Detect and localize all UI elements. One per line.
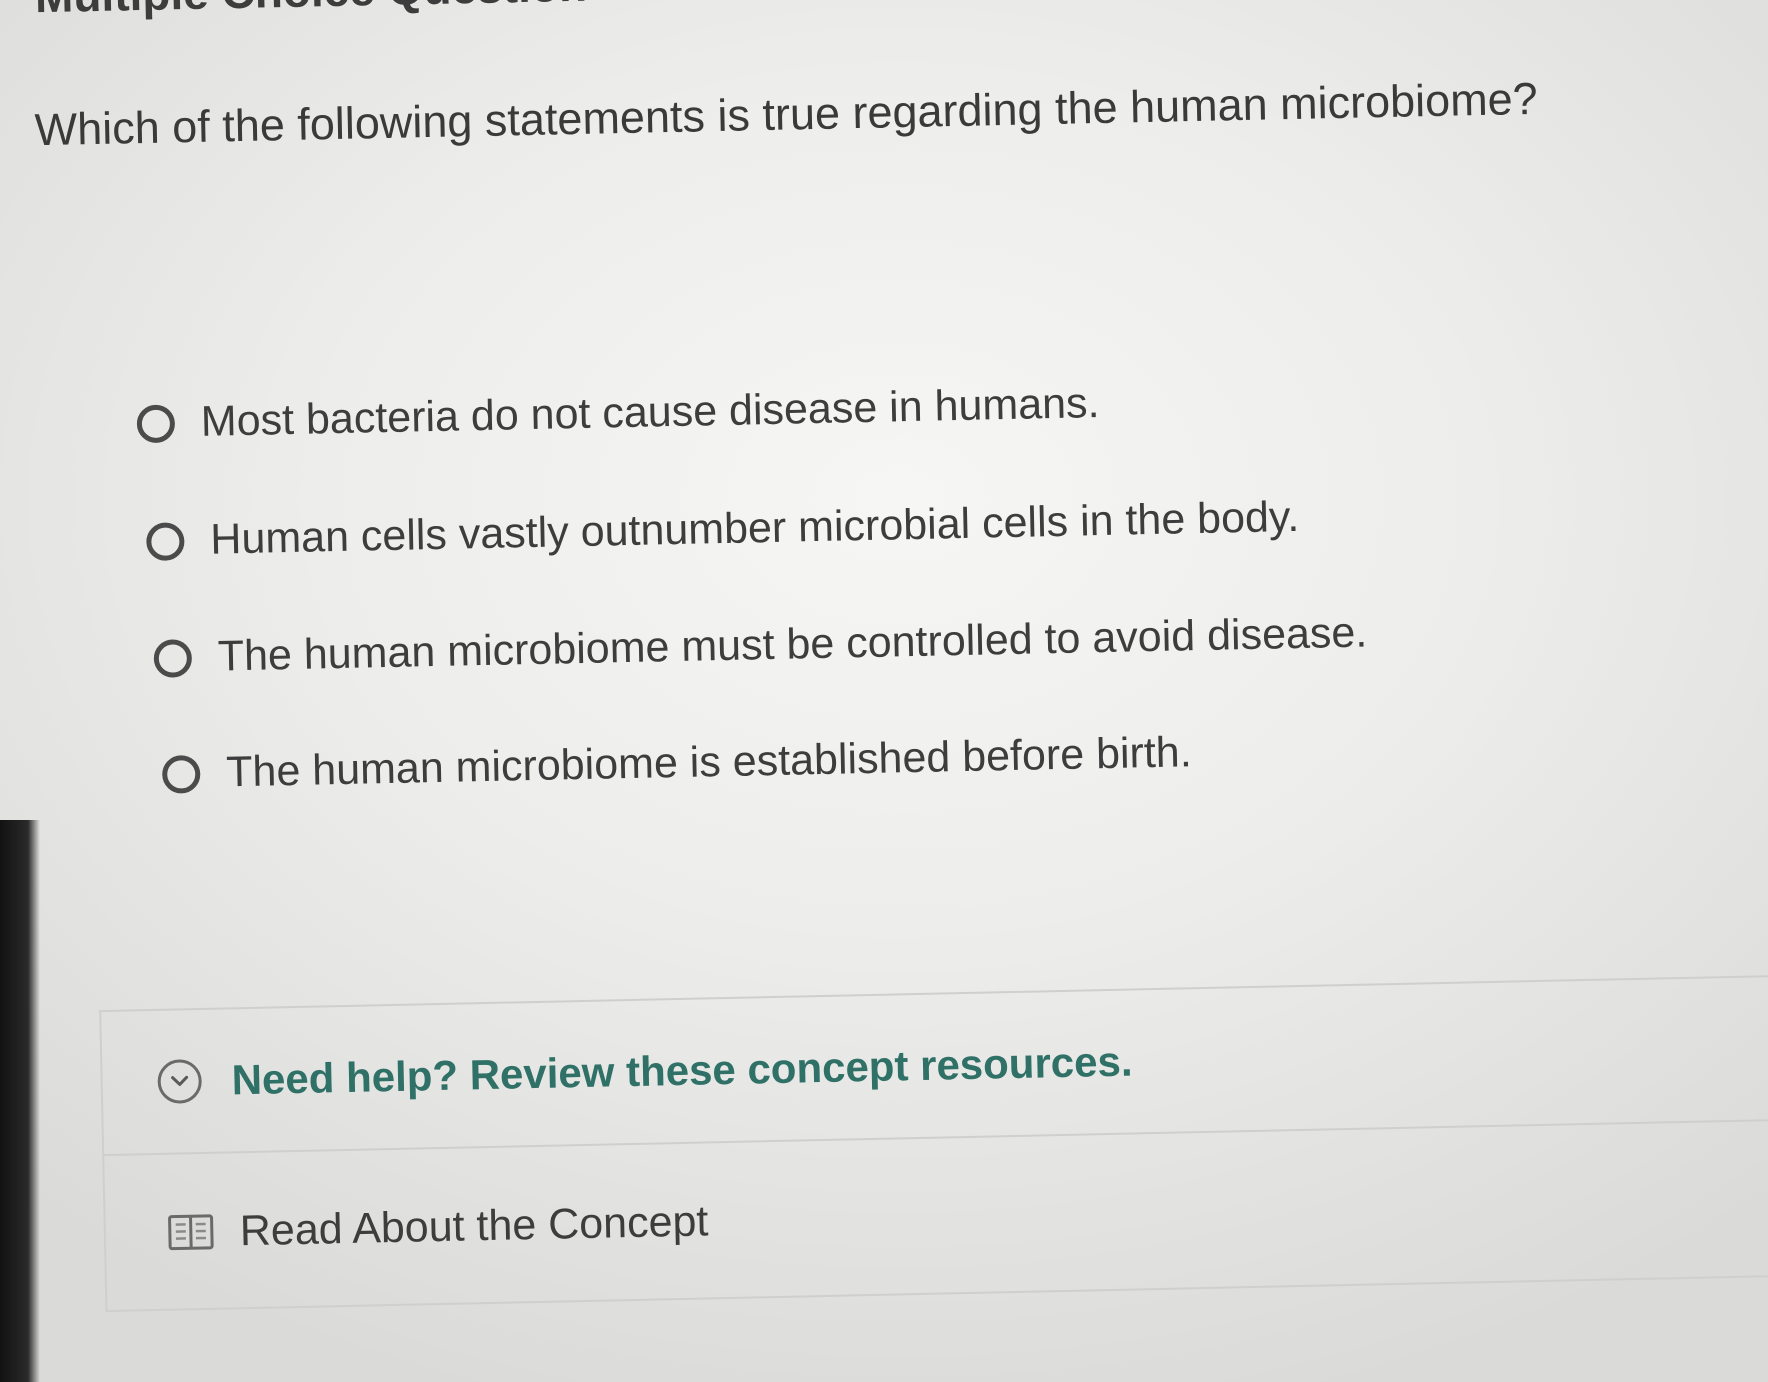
radio-button-icon[interactable] [161,754,201,794]
question-content: Multiple Choice Question Which of the fo… [0,0,1768,1382]
help-panel: Need help? Review these concept resource… [99,974,1768,1313]
radio-button-icon[interactable] [136,403,176,443]
book-icon [168,1214,214,1251]
chevron-down-icon[interactable] [157,1059,203,1104]
resource-label: Read About the Concept [239,1196,709,1255]
answer-option-3[interactable]: The human microbiome must be controlled … [153,608,1368,683]
chevron-down-glyph [171,1075,189,1086]
answer-option-label: The human microbiome is established befo… [225,728,1193,797]
screen: Multiple Choice Question Which of the fo… [0,0,1768,1382]
radio-button-icon[interactable] [145,521,185,561]
answer-option-label: Most bacteria do not cause disease in hu… [200,379,1100,446]
radio-button-icon[interactable] [153,638,193,678]
question-text: Which of the following statements is tru… [34,72,1539,156]
screen-edge-shadow [0,820,40,1382]
help-title: Need help? Review these concept resource… [231,1037,1133,1104]
answer-option-2[interactable]: Human cells vastly outnumber microbial c… [145,492,1300,566]
question-type-heading: Multiple Choice Question [34,0,587,23]
answer-option-4[interactable]: The human microbiome is established befo… [161,728,1193,799]
answer-option-1[interactable]: Most bacteria do not cause disease in hu… [136,379,1100,448]
answer-option-label: The human microbiome must be controlled … [217,608,1368,681]
answer-option-label: Human cells vastly outnumber microbial c… [209,492,1300,564]
